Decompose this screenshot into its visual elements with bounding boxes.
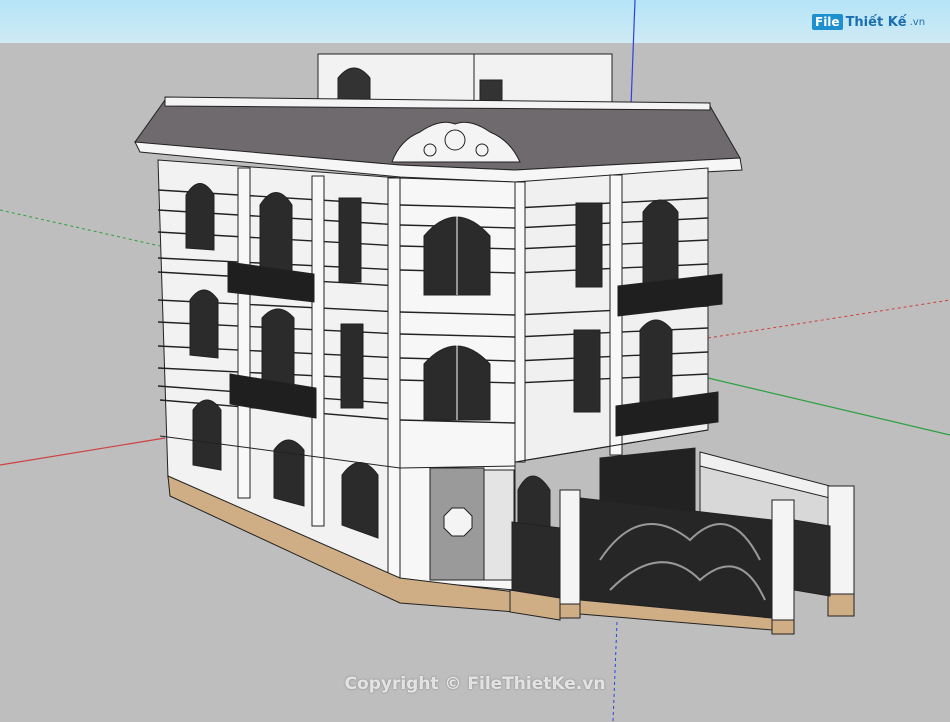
copyright-watermark: Copyright © FileThietKe.vn <box>344 674 606 694</box>
green-axis <box>707 377 950 436</box>
logo-suffix: .vn <box>909 16 926 28</box>
logo-name: Thiết Kế <box>845 14 907 30</box>
blue-axis <box>630 0 636 107</box>
model-viewport[interactable] <box>0 0 950 722</box>
red-axis <box>0 437 166 466</box>
blue-axis-dashed <box>612 621 618 722</box>
green-axis-dashed <box>0 209 161 247</box>
house-model <box>134 53 855 635</box>
red-axis-dashed <box>707 299 950 339</box>
logo-box: File <box>812 14 843 30</box>
brand-logo[interactable]: File Thiết Kế .vn <box>812 14 925 30</box>
